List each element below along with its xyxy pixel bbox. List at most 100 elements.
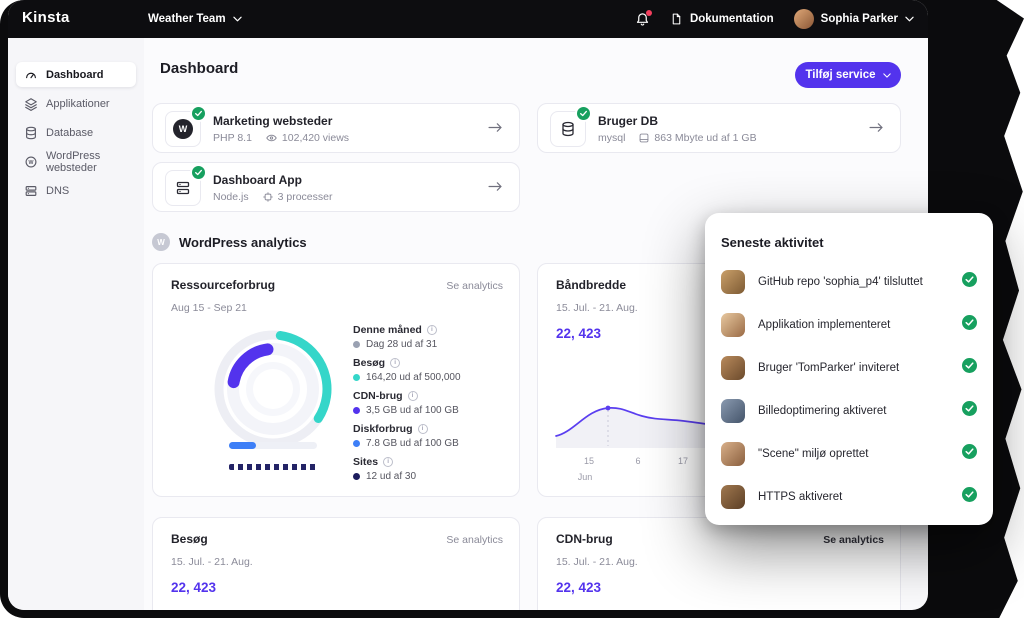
page-title: Dashboard [160, 60, 238, 77]
activity-item[interactable]: GitHub repo 'sophia_p4' tilsluttet [721, 269, 977, 295]
team-name: Weather Team [148, 13, 226, 25]
documentation-link[interactable]: Dokumentation [670, 12, 774, 26]
legend-label: Sites [353, 456, 378, 468]
see-analytics-link[interactable]: Se analytics [823, 534, 884, 546]
legend-entry: Diskforbrug 7.8 GB ud af 100 GB [353, 423, 513, 449]
legend-label: Denne måned [353, 324, 422, 336]
sidebar-item-label: DNS [46, 185, 69, 197]
card-title: Båndbredde [556, 278, 626, 292]
activity-text: GitHub repo 'sophia_p4' tilsluttet [758, 276, 962, 288]
process-icon [263, 192, 273, 202]
see-analytics-link[interactable]: Se analytics [446, 534, 503, 546]
dns-icon [24, 184, 38, 198]
cdn-value: 22, 423 [556, 580, 601, 595]
service-card-bruger-db[interactable]: Bruger DB mysql 863 Mbyte ud af 1 GB [537, 103, 901, 153]
user-menu[interactable]: Sophia Parker [794, 9, 914, 29]
status-ok-icon [962, 315, 977, 335]
notifications-button[interactable] [635, 12, 650, 27]
service-title: Marketing websteder [213, 114, 332, 128]
activity-text: Bruger 'TomParker' inviteret [758, 362, 962, 374]
status-ok-icon [962, 444, 977, 464]
cdn-usage-card: CDN-brug Se analytics 15. Jul. - 21. Aug… [537, 517, 901, 610]
avatar [721, 399, 745, 423]
activity-item[interactable]: Billedoptimering aktiveret [721, 398, 977, 424]
runtime-label: Node.js [213, 191, 249, 203]
service-card-marketing-websteder[interactable]: Marketing websteder PHP 8.1 102,420 view… [152, 103, 520, 153]
svg-text:W: W [29, 160, 34, 166]
documentation-label: Dokumentation [690, 13, 774, 25]
x-tick: 15 [584, 456, 594, 466]
open-service-arrow-icon[interactable] [488, 181, 503, 192]
resource-legend: Denne måned Dag 28 ud af 31 Besøg 164,20… [353, 324, 513, 489]
activity-item[interactable]: Applikation implementeret [721, 312, 977, 338]
activity-item[interactable]: "Scene" miljø oprettet [721, 441, 977, 467]
sidebar-item-dashboard[interactable]: Dashboard [16, 62, 136, 87]
activity-item[interactable]: Bruger 'TomParker' inviteret [721, 355, 977, 381]
info-icon[interactable] [427, 325, 437, 335]
storage-value: 863 Mbyte ud af 1 GB [654, 132, 756, 144]
topbar-right: Dokumentation Sophia Parker [635, 0, 914, 38]
info-icon[interactable] [418, 424, 428, 434]
info-icon[interactable] [408, 391, 418, 401]
runtime-label: PHP 8.1 [213, 132, 252, 144]
service-card-dashboard-app[interactable]: Dashboard App Node.js 3 processer [152, 162, 520, 212]
see-analytics-link[interactable]: Se analytics [446, 280, 503, 292]
avatar [721, 270, 745, 294]
activity-panel: Seneste aktivitet GitHub repo 'sophia_p4… [705, 213, 993, 525]
sidebar-item-dns[interactable]: DNS [16, 178, 136, 203]
service-title: Dashboard App [213, 173, 302, 187]
activity-text: Applikation implementeret [758, 319, 962, 331]
layers-icon [24, 97, 38, 111]
legend-entry: Besøg 164,20 ud af 500,000 [353, 357, 513, 383]
status-ok-icon [962, 358, 977, 378]
legend-entry: Sites 12 ud af 30 [353, 456, 513, 482]
legend-value: 12 ud af 30 [366, 471, 416, 482]
runtime-label: mysql [598, 132, 625, 144]
views-icon [266, 134, 277, 142]
storage-icon [639, 133, 649, 143]
legend-entry: CDN-brug 3,5 GB ud af 100 GB [353, 390, 513, 416]
analytics-section-header: WordPress analytics [152, 233, 307, 251]
sidebar-item-label: Dashboard [46, 69, 103, 81]
kinsta-logo[interactable]: Kinsta [22, 9, 70, 26]
activity-text: HTTPS aktiveret [758, 491, 962, 503]
resource-usage-card: Ressourceforbrug Se analytics Aug 15 - S… [152, 263, 520, 497]
disk-usage-bar-fill [229, 442, 256, 449]
views-value: 102,420 views [282, 132, 349, 144]
legend-dot [353, 341, 360, 348]
legend-label: Besøg [353, 357, 385, 369]
activity-item[interactable]: HTTPS aktiveret [721, 484, 977, 510]
resource-donut-chart [205, 321, 341, 457]
visits-value: 22, 423 [171, 580, 216, 595]
disk-usage-bar [229, 442, 317, 449]
sidebar-item-wordpress-websteder[interactable]: W WordPress websteder [16, 149, 136, 174]
info-icon[interactable] [383, 457, 393, 467]
team-selector[interactable]: Weather Team [148, 0, 242, 38]
open-service-arrow-icon[interactable] [869, 122, 884, 133]
legend-dot [353, 374, 360, 381]
avatar [721, 442, 745, 466]
status-ok-icon [192, 166, 205, 179]
card-period: 15. Jul. - 21. Aug. [171, 556, 253, 568]
card-period: Aug 15 - Sep 21 [171, 302, 247, 314]
status-ok-icon [962, 487, 977, 507]
activity-text: Billedoptimering aktiveret [758, 405, 962, 417]
legend-label: CDN-brug [353, 390, 403, 402]
service-meta: Node.js 3 processer [213, 191, 332, 203]
status-ok-icon [962, 401, 977, 421]
wordpress-icon [152, 233, 170, 251]
service-meta: PHP 8.1 102,420 views [213, 132, 349, 144]
sidebar-item-applikationer[interactable]: Applikationer [16, 91, 136, 116]
info-icon[interactable] [390, 358, 400, 368]
chevron-down-icon [233, 16, 242, 22]
open-service-arrow-icon[interactable] [488, 122, 503, 133]
card-title: Ressourceforbrug [171, 278, 275, 292]
legend-dot [353, 440, 360, 447]
card-period: 15. Jul. - 21. Aug. [556, 302, 638, 314]
sidebar-item-label: Applikationer [46, 98, 110, 110]
status-ok-icon [962, 272, 977, 292]
add-service-button[interactable]: Tilføj service [795, 62, 901, 88]
wordpress-icon [165, 111, 201, 147]
sidebar-item-label: Database [46, 127, 93, 139]
sidebar-item-database[interactable]: Database [16, 120, 136, 145]
